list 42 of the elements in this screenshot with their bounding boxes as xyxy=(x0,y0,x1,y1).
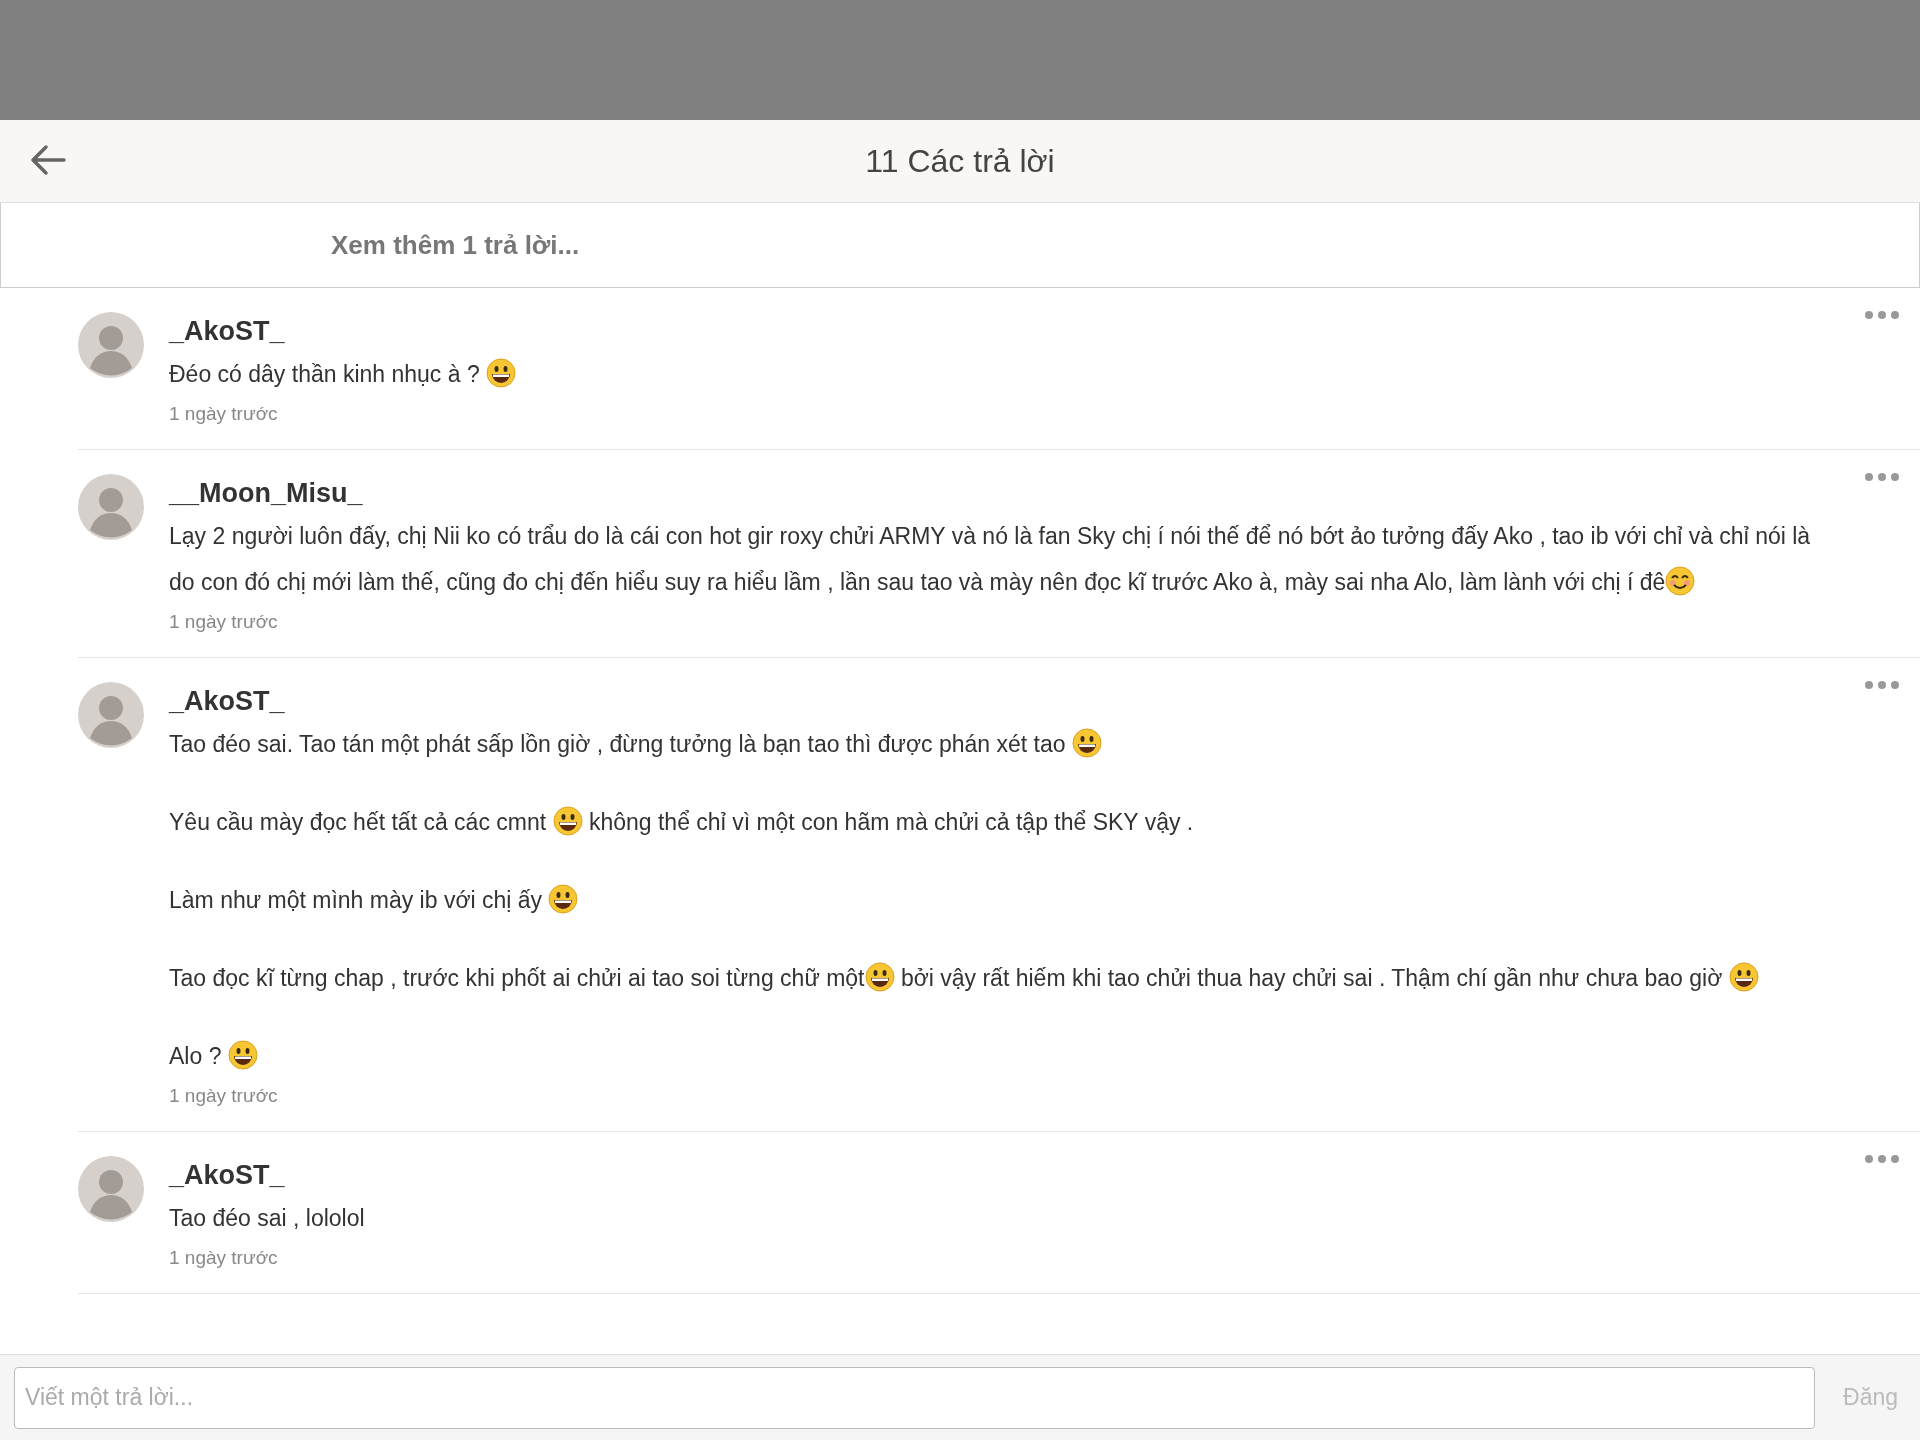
more-dots-icon xyxy=(1864,472,1900,482)
comment-text: Lạy 2 người luôn đấy, chị Nii ko có trẩu do là cái con hot gir roxy chửi ARMY và nó là fan Sky chị í nói thế để nó bớt ảo tưởng đấy Ako , tao ib với chỉ và chỉ nói là xyxy=(169,523,1811,549)
comment-text: Tao đéo sai. Tao tán một phát sấp lồn giờ , đừng tưởng là bạn tao thì được phán xét tao xyxy=(169,731,1067,757)
avatar-icon xyxy=(78,1156,144,1222)
comment-text: do con đó chị mới làm thế, cũng đo chị đến hiểu suy ra hiểu lầm , lần sau tao và mày nên đọc kĩ trước Ako à, mày sai nha Alo, làm lành với chị í đê xyxy=(169,569,1666,595)
more-options-button[interactable] xyxy=(1864,680,1900,690)
more-dots-icon xyxy=(1864,680,1900,690)
load-more-replies[interactable]: Xem thêm 1 trả lời... xyxy=(0,203,1920,288)
comment-text: Alo ? xyxy=(169,1043,223,1069)
grinning-emoji-icon xyxy=(486,357,517,388)
more-dots-icon xyxy=(1864,310,1900,320)
username[interactable]: _AkoST_ xyxy=(169,316,285,347)
comment-time: 1 ngày trước xyxy=(169,611,278,633)
avatar-icon xyxy=(78,312,144,378)
more-options-button[interactable] xyxy=(1864,472,1900,482)
smiling-emoji-icon xyxy=(1665,565,1696,596)
avatar-icon xyxy=(78,474,144,540)
comment-text: Tao đéo sai , lololol xyxy=(169,1205,365,1231)
more-options-button[interactable] xyxy=(1864,310,1900,320)
comment-text: không thể chỉ vì một con hãm mà chửi cả tập thể SKY vậy . xyxy=(587,809,1194,835)
username[interactable]: _AkoST_ xyxy=(169,1160,285,1191)
username[interactable]: _AkoST_ xyxy=(169,686,285,717)
grinning-emoji-icon xyxy=(548,883,579,914)
username[interactable]: __Moon_Misu_ xyxy=(169,478,363,509)
comment-text: Yêu cầu mày đọc hết tất cả các cmnt xyxy=(169,809,548,835)
comment-text: bởi vậy rất hiếm khi tao chửi thua hay chửi sai . Thậm chí gần như chưa bao giờ xyxy=(899,965,1724,991)
grinning-emoji-icon xyxy=(227,1039,258,1070)
comment-time: 1 ngày trước xyxy=(169,1085,278,1107)
comment-text: Tao đọc kĩ từng chap , trước khi phốt ai chửi ai tao soi từng chữ một xyxy=(169,965,865,991)
grinning-emoji-icon xyxy=(1072,727,1102,758)
grinning-emoji-icon xyxy=(552,805,583,836)
comment-text: Đéo có dây thần kinh nhục à ? xyxy=(169,361,481,387)
comment-time: 1 ngày trước xyxy=(169,1247,278,1269)
more-options-button[interactable] xyxy=(1864,1154,1900,1164)
grinning-emoji-icon xyxy=(1728,961,1759,992)
comment-time: 1 ngày trước xyxy=(169,403,278,425)
reply-input-field[interactable]: Viết một trả lời... xyxy=(14,1366,1815,1429)
grinning-emoji-icon xyxy=(864,961,895,992)
comment-text: Làm như một mình mày ib với chị ấy xyxy=(169,887,544,913)
more-dots-icon xyxy=(1864,1154,1900,1164)
page-title: 11 Các trả lời xyxy=(865,142,1055,180)
avatar-icon xyxy=(78,682,144,748)
